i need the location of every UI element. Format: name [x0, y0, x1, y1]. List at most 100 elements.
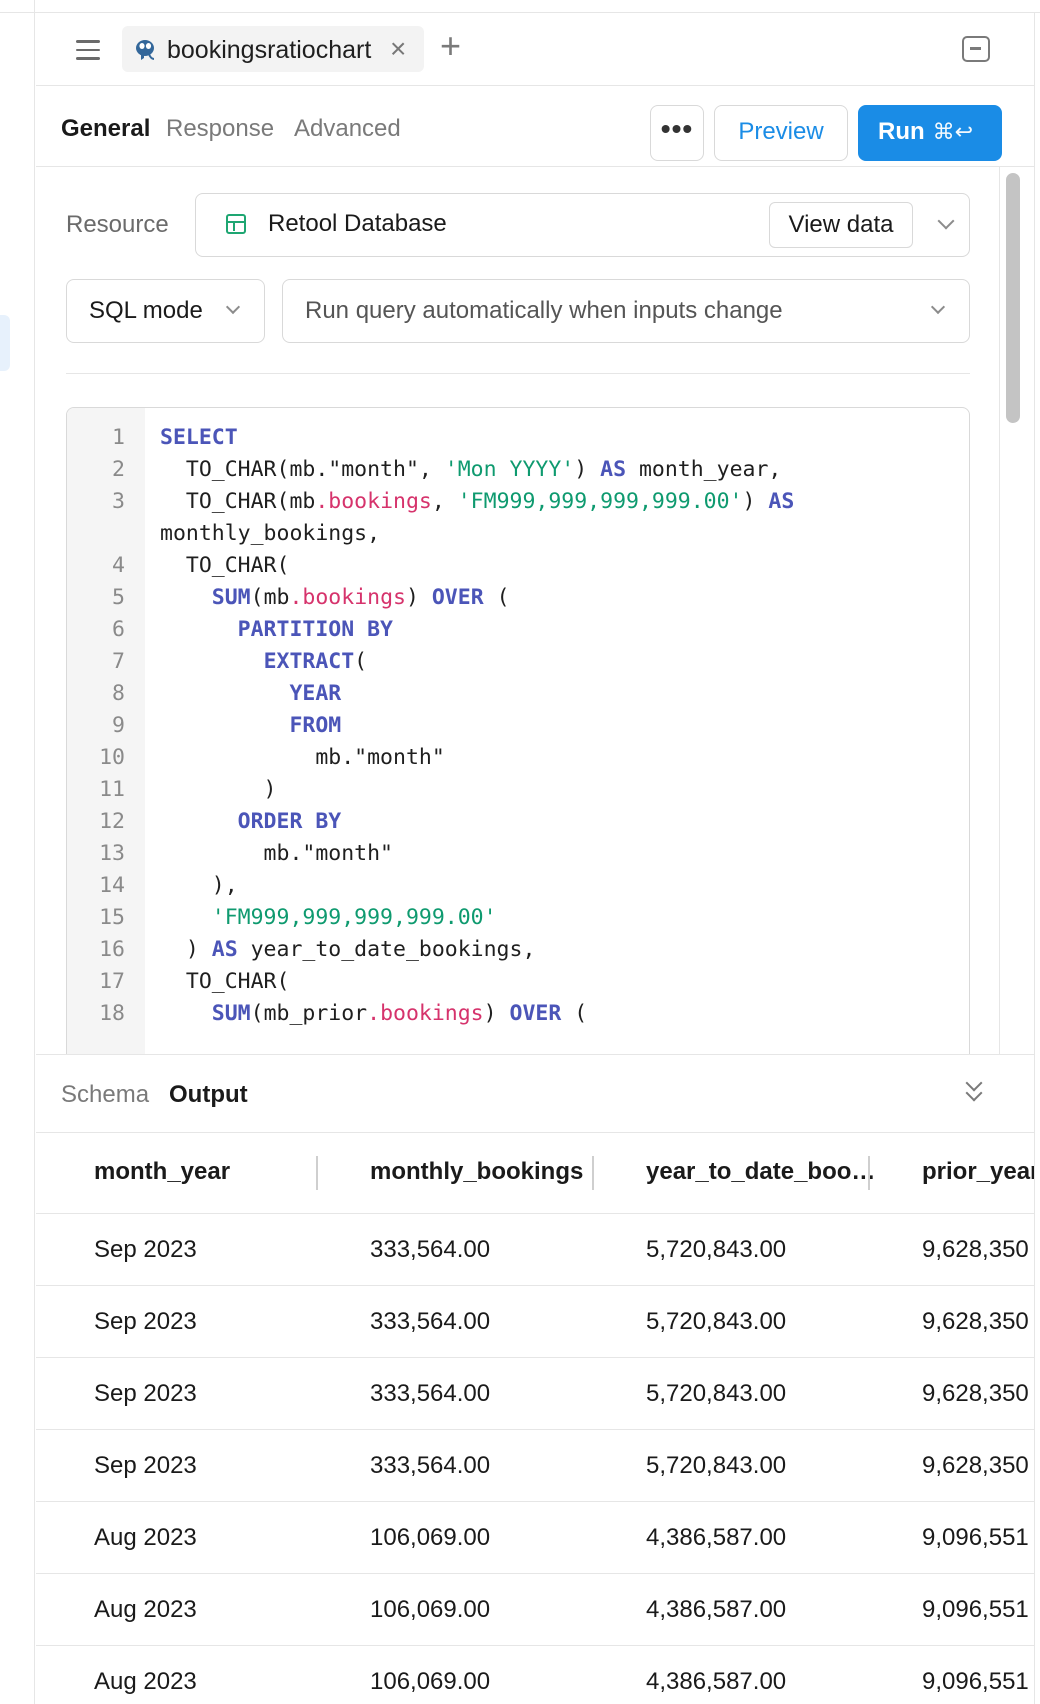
line-number: 17: [99, 969, 125, 994]
code-line[interactable]: 13 mb."month": [67, 838, 969, 870]
query-editor-panel: bookingsratiochart × + General Response …: [36, 13, 1034, 1704]
sql-mode-select[interactable]: SQL mode: [66, 279, 265, 343]
close-icon[interactable]: ×: [390, 35, 406, 63]
resource-select[interactable]: Retool Database View data: [195, 193, 970, 257]
column-resize-handle[interactable]: [316, 1156, 318, 1190]
code-line[interactable]: 15 'FM999,999,999,999.00': [67, 902, 969, 934]
table-cell: 5,720,843.00: [646, 1308, 787, 1335]
code-line[interactable]: 14 ),: [67, 870, 969, 902]
sql-code-editor[interactable]: 1 SELECT 2 TO_CHAR(mb."month", 'Mon YYYY')…: [66, 407, 970, 1067]
table-cell: 5,720,843.00: [646, 1452, 787, 1479]
table-cell: 333,564.00: [370, 1380, 491, 1407]
code-line[interactable]: 18 SUM(mb_prior.bookings) OVER (: [67, 998, 969, 1030]
code-line[interactable]: 5 SUM(mb.bookings) OVER (: [67, 582, 969, 614]
column-resize-handle[interactable]: [592, 1156, 594, 1190]
code-text: TO_CHAR(mb."month", 'Mon YYYY') AS month…: [160, 457, 782, 482]
code-text: FROM: [289, 713, 342, 738]
plus-icon[interactable]: +: [440, 28, 461, 64]
code-line[interactable]: 11 ): [67, 774, 969, 806]
table-cell: 4,386,587.00: [646, 1668, 787, 1695]
run-button[interactable]: Run ⌘↩: [858, 105, 1002, 161]
run-trigger-value: Run query automatically when inputs chan…: [305, 297, 783, 324]
table-row[interactable]: Aug 2023 106,069.00 4,386,587.00 9,096,551: [36, 1574, 1034, 1646]
column-resize-handle[interactable]: [868, 1156, 870, 1190]
view-data-button[interactable]: View data: [769, 202, 913, 248]
table-row[interactable]: Sep 2023 333,564.00 5,720,843.00 9,628,350: [36, 1430, 1034, 1502]
code-line[interactable]: 3 TO_CHAR(mb.bookings, 'FM999,999,999,99…: [67, 486, 969, 518]
code-text: TO_CHAR(mb.bookings, 'FM999,999,999,999.…: [160, 489, 795, 514]
table-cell: 5,720,843.00: [646, 1380, 787, 1407]
code-line[interactable]: 1 SELECT: [67, 422, 969, 454]
code-text: SUM(mb_prior.bookings) OVER (: [211, 1001, 588, 1026]
double-chevron-down-icon[interactable]: [963, 1074, 985, 1105]
code-line[interactable]: 6 PARTITION BY: [67, 614, 969, 646]
table-cell: Sep 2023: [94, 1308, 197, 1335]
tab-general[interactable]: General: [61, 115, 150, 143]
line-number: 12: [99, 809, 125, 834]
line-number: 13: [99, 841, 125, 866]
run-button-label: Run: [878, 118, 925, 145]
table-cell: Sep 2023: [94, 1236, 197, 1263]
postgres-icon: [136, 40, 155, 60]
line-number: 6: [112, 617, 125, 642]
code-text: TO_CHAR(: [160, 553, 290, 578]
column-header-monthly-bookings[interactable]: monthly_bookings: [370, 1158, 583, 1186]
table-cell: Sep 2023: [94, 1380, 197, 1407]
table-cell: 4,386,587.00: [646, 1596, 787, 1623]
code-line[interactable]: 17 TO_CHAR(: [67, 966, 969, 998]
code-line[interactable]: monthly_bookings,: [67, 518, 969, 550]
more-options-button[interactable]: •••: [650, 105, 704, 161]
code-text: SUM(mb.bookings) OVER (: [211, 585, 510, 610]
table-row[interactable]: Sep 2023 333,564.00 5,720,843.00 9,628,350: [36, 1214, 1034, 1286]
line-number: 2: [112, 457, 125, 482]
code-text: YEAR: [289, 681, 342, 706]
collapse-panel-icon[interactable]: [962, 36, 990, 62]
line-number: 10: [99, 745, 125, 770]
tab-schema[interactable]: Schema: [61, 1081, 149, 1109]
code-line[interactable]: 12 ORDER BY: [67, 806, 969, 838]
table-row[interactable]: Aug 2023 106,069.00 4,386,587.00 9,096,551: [36, 1646, 1034, 1704]
code-text: SELECT: [160, 425, 238, 450]
column-header-month-year[interactable]: month_year: [94, 1158, 230, 1186]
table-header-row: month_year monthly_bookings year_to_date…: [36, 1134, 1034, 1214]
scrollbar-thumb[interactable]: [1006, 173, 1020, 423]
line-number: 5: [112, 585, 125, 610]
table-cell: 106,069.00: [370, 1668, 491, 1695]
resource-name: Retool Database: [268, 210, 447, 237]
table-row[interactable]: Sep 2023 333,564.00 5,720,843.00 9,628,350: [36, 1286, 1034, 1358]
table-row[interactable]: Sep 2023 333,564.00 5,720,843.00 9,628,350: [36, 1358, 1034, 1430]
code-text: ) AS year_to_date_bookings,: [160, 937, 536, 962]
results-header: Schema Output: [36, 1054, 1034, 1133]
line-number: 18: [99, 1001, 125, 1026]
table-cell: 9,628,350: [922, 1236, 1029, 1263]
code-line[interactable]: 2 TO_CHAR(mb."month", 'Mon YYYY') AS mon…: [67, 454, 969, 486]
table-cell: 9,628,350: [922, 1452, 1029, 1479]
table-cell: 9,096,551: [922, 1524, 1029, 1551]
code-line[interactable]: 16 ) AS year_to_date_bookings,: [67, 934, 969, 966]
tab-output[interactable]: Output: [169, 1081, 248, 1109]
table-row[interactable]: Aug 2023 106,069.00 4,386,587.00 9,096,551: [36, 1502, 1034, 1574]
table-body: Sep 2023 333,564.00 5,720,843.00 9,628,350 S…: [36, 1214, 1034, 1704]
code-line[interactable]: 9 FROM: [67, 710, 969, 742]
preview-button[interactable]: Preview: [714, 105, 848, 161]
query-tab[interactable]: bookingsratiochart ×: [122, 26, 424, 72]
tab-advanced[interactable]: Advanced: [294, 115, 401, 143]
line-number: 11: [99, 777, 125, 802]
table-cell: Sep 2023: [94, 1452, 197, 1479]
column-header-prior-year[interactable]: prior_year: [922, 1158, 1034, 1186]
code-line[interactable]: 4 TO_CHAR(: [67, 550, 969, 582]
code-line[interactable]: 7 EXTRACT(: [67, 646, 969, 678]
run-trigger-select[interactable]: Run query automatically when inputs chan…: [282, 279, 970, 343]
chevron-down-icon: [937, 212, 955, 230]
code-text: monthly_bookings,: [160, 521, 381, 546]
line-number: 14: [99, 873, 125, 898]
table-cell: 9,096,551: [922, 1596, 1029, 1623]
code-line[interactable]: 8 YEAR: [67, 678, 969, 710]
code-line[interactable]: 10 mb."month": [67, 742, 969, 774]
table-cell: 106,069.00: [370, 1596, 491, 1623]
tab-response[interactable]: Response: [166, 115, 274, 143]
code-text: TO_CHAR(: [160, 969, 290, 994]
menu-icon[interactable]: [76, 40, 100, 60]
code-content[interactable]: 1 SELECT 2 TO_CHAR(mb."month", 'Mon YYYY')…: [67, 422, 969, 1030]
column-header-year-to-date[interactable]: year_to_date_boo…: [646, 1158, 875, 1186]
